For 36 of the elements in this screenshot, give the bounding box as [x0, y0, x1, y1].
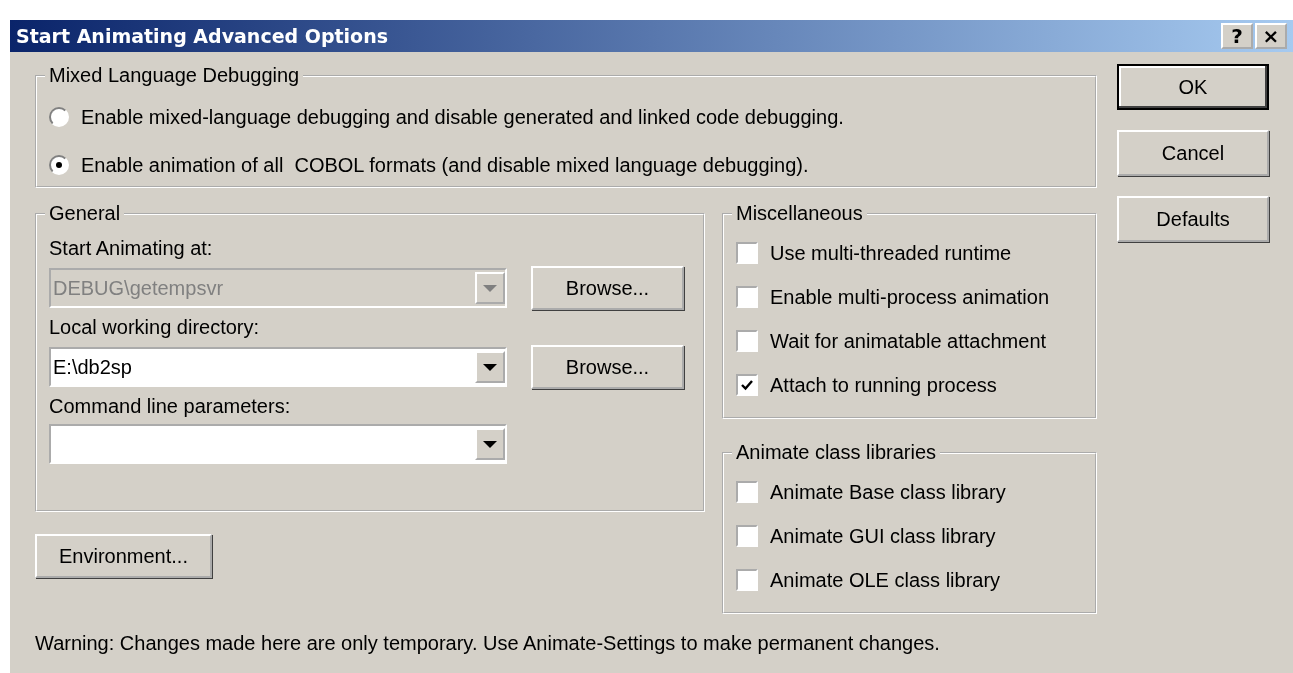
checkbox-label: Enable multi-process animation	[770, 285, 1050, 309]
help-button[interactable]: ?	[1221, 23, 1253, 49]
field-label: Command line parameters:	[49, 395, 292, 418]
combo-box[interactable]: E:\db2sp	[49, 347, 507, 387]
close-button[interactable]: ×	[1255, 23, 1287, 49]
checkmark-icon	[740, 378, 754, 392]
checkbox[interactable]	[736, 569, 758, 591]
environment-button[interactable]: Environment...	[35, 534, 212, 578]
window-title: Start Animating Advanced Options	[16, 25, 388, 47]
checkbox[interactable]	[736, 525, 758, 547]
group-title: General	[48, 202, 122, 225]
checkbox[interactable]	[736, 330, 758, 352]
checkbox-label: Animate OLE class library	[770, 568, 1001, 592]
checkbox[interactable]	[736, 242, 758, 264]
radio-label: Enable mixed-language debugging and disable generated and linked code debugging.	[81, 105, 844, 129]
dialog-button[interactable]: Cancel	[1117, 130, 1269, 176]
checkbox-label: Attach to running process	[770, 373, 997, 397]
radio-button[interactable]	[49, 107, 69, 127]
group-title: Miscellaneous	[735, 202, 864, 225]
group-title: Mixed Language Debugging	[48, 64, 301, 87]
checkbox-label: Animate Base class library	[770, 480, 1006, 504]
field-label: Start Animating at:	[49, 237, 214, 260]
checkbox[interactable]	[736, 374, 758, 396]
checkbox[interactable]	[736, 286, 758, 308]
dialog-button[interactable]: OK	[1117, 64, 1269, 110]
field-label: Local working directory:	[49, 316, 261, 339]
warning-text: Warning: Changes made here are only temporary. Use Animate-Settings to make permanent changes.	[35, 632, 941, 655]
browse-button[interactable]: Browse...	[531, 345, 684, 389]
group-title: Animate class libraries	[735, 441, 938, 464]
checkbox[interactable]	[736, 481, 758, 503]
checkbox-label: Animate GUI class library	[770, 524, 996, 548]
radio-button[interactable]	[49, 155, 69, 175]
checkbox-label: Use multi-threaded runtime	[770, 241, 1012, 265]
checkbox-label: Wait for animatable attachment	[770, 329, 1047, 353]
dialog-button[interactable]: Defaults	[1117, 196, 1269, 242]
radio-label: Enable animation of all COBOL formats (and disable mixed language debugging).	[81, 153, 809, 177]
